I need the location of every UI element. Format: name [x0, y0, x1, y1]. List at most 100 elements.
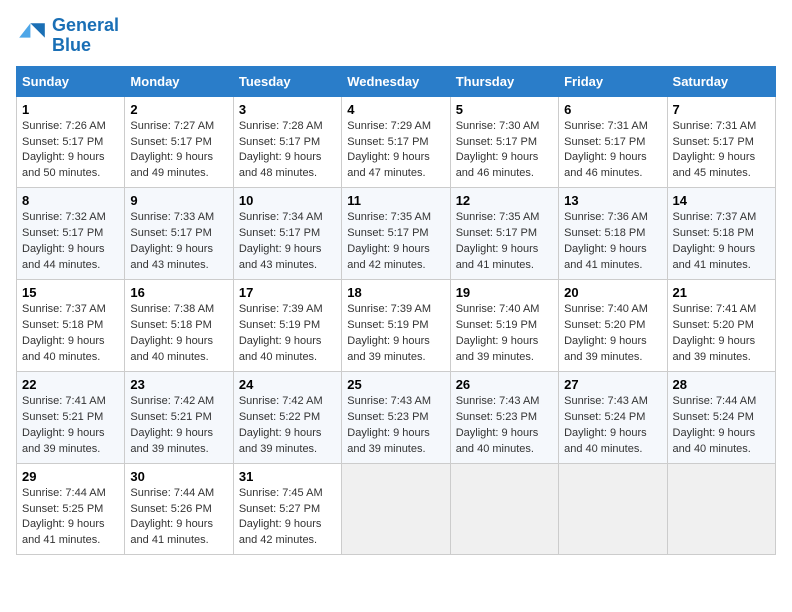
day-number: 11 [347, 193, 444, 208]
day-info: Sunrise: 7:31 AMSunset: 5:17 PMDaylight:… [564, 119, 661, 183]
calendar-cell: 26 Sunrise: 7:43 AMSunset: 5:23 PMDayligh… [450, 371, 558, 463]
col-header-wednesday: Wednesday [342, 66, 450, 96]
calendar-cell: 12Sunrise: 7:35 AMSunset: 5:17 PMDayligh… [450, 188, 558, 280]
day-info: Sunrise: 7:29 AMSunset: 5:17 PMDaylight:… [347, 119, 444, 183]
day-number: 24 [239, 377, 336, 392]
day-number: 27 [564, 377, 661, 392]
day-info: Sunrise: 7:43 AMSunset: 5:24 PMDaylight:… [564, 394, 661, 458]
day-number: 16 [130, 285, 227, 300]
day-number: 8 [22, 193, 119, 208]
calendar-cell: 10 Sunrise: 7:34 AMSunset: 5:17 PMDayligh… [233, 188, 341, 280]
day-info: Sunrise: 7:41 AMSunset: 5:20 PMDaylight:… [673, 302, 770, 366]
day-number: 4 [347, 102, 444, 117]
day-number: 14 [673, 193, 770, 208]
day-info: Sunrise: 7:38 AMSunset: 5:18 PMDaylight:… [130, 302, 227, 366]
calendar-cell: 16 Sunrise: 7:38 AMSunset: 5:18 PMDayligh… [125, 280, 233, 372]
day-number: 22 [22, 377, 119, 392]
col-header-sunday: Sunday [17, 66, 125, 96]
day-info: Sunrise: 7:31 AMSunset: 5:17 PMDaylight:… [673, 119, 770, 183]
logo-icon [16, 20, 48, 52]
day-number: 19 [456, 285, 553, 300]
calendar-cell [667, 463, 775, 555]
calendar-cell: 27 Sunrise: 7:43 AMSunset: 5:24 PMDayligh… [559, 371, 667, 463]
calendar-table: SundayMondayTuesdayWednesdayThursdayFrid… [16, 66, 776, 556]
day-info: Sunrise: 7:45 AMSunset: 5:27 PMDaylight:… [239, 486, 336, 550]
calendar-cell: 6 Sunrise: 7:31 AMSunset: 5:17 PMDaylight… [559, 96, 667, 188]
calendar-cell: 24 Sunrise: 7:42 AMSunset: 5:22 PMDayligh… [233, 371, 341, 463]
day-number: 30 [130, 469, 227, 484]
calendar-cell: 20 Sunrise: 7:40 AMSunset: 5:20 PMDayligh… [559, 280, 667, 372]
day-info: Sunrise: 7:42 AMSunset: 5:21 PMDaylight:… [130, 394, 227, 458]
day-number: 31 [239, 469, 336, 484]
day-info: Sunrise: 7:26 AMSunset: 5:17 PMDaylight:… [22, 119, 119, 183]
day-number: 1 [22, 102, 119, 117]
day-number: 20 [564, 285, 661, 300]
calendar-cell: 2 Sunrise: 7:27 AMSunset: 5:17 PMDaylight… [125, 96, 233, 188]
day-info: Sunrise: 7:35 AMSunset: 5:17 PMDaylight:… [347, 210, 444, 274]
day-number: 25 [347, 377, 444, 392]
day-number: 12 [456, 193, 553, 208]
day-info: Sunrise: 7:40 AMSunset: 5:20 PMDaylight:… [564, 302, 661, 366]
day-number: 9 [130, 193, 227, 208]
calendar-cell: 13 Sunrise: 7:36 AMSunset: 5:18 PMDayligh… [559, 188, 667, 280]
calendar-cell: 21 Sunrise: 7:41 AMSunset: 5:20 PMDayligh… [667, 280, 775, 372]
day-number: 10 [239, 193, 336, 208]
calendar-cell: 7 Sunrise: 7:31 AMSunset: 5:17 PMDaylight… [667, 96, 775, 188]
day-info: Sunrise: 7:34 AMSunset: 5:17 PMDaylight:… [239, 210, 336, 274]
calendar-cell: 29 Sunrise: 7:44 AMSunset: 5:25 PMDayligh… [17, 463, 125, 555]
day-info: Sunrise: 7:37 AMSunset: 5:18 PMDaylight:… [673, 210, 770, 274]
calendar-cell: 1 Sunrise: 7:26 AMSunset: 5:17 PMDaylight… [17, 96, 125, 188]
day-info: Sunrise: 7:30 AMSunset: 5:17 PMDaylight:… [456, 119, 553, 183]
calendar-cell: 18Sunrise: 7:39 AMSunset: 5:19 PMDayligh… [342, 280, 450, 372]
day-info: Sunrise: 7:33 AMSunset: 5:17 PMDaylight:… [130, 210, 227, 274]
day-number: 23 [130, 377, 227, 392]
day-info: Sunrise: 7:44 AMSunset: 5:25 PMDaylight:… [22, 486, 119, 550]
calendar-cell: 31 Sunrise: 7:45 AMSunset: 5:27 PMDayligh… [233, 463, 341, 555]
day-number: 15 [22, 285, 119, 300]
day-info: Sunrise: 7:28 AMSunset: 5:17 PMDaylight:… [239, 119, 336, 183]
logo-text: General Blue [52, 16, 119, 56]
day-info: Sunrise: 7:42 AMSunset: 5:22 PMDaylight:… [239, 394, 336, 458]
calendar-cell [559, 463, 667, 555]
calendar-cell: 8 Sunrise: 7:32 AMSunset: 5:17 PMDaylight… [17, 188, 125, 280]
calendar-cell: 23 Sunrise: 7:42 AMSunset: 5:21 PMDayligh… [125, 371, 233, 463]
day-info: Sunrise: 7:27 AMSunset: 5:17 PMDaylight:… [130, 119, 227, 183]
day-number: 5 [456, 102, 553, 117]
day-info: Sunrise: 7:43 AMSunset: 5:23 PMDaylight:… [347, 394, 444, 458]
day-info: Sunrise: 7:39 AMSunset: 5:19 PMDaylight:… [347, 302, 444, 366]
calendar-cell: 14 Sunrise: 7:37 AMSunset: 5:18 PMDayligh… [667, 188, 775, 280]
col-header-thursday: Thursday [450, 66, 558, 96]
calendar-cell: 30 Sunrise: 7:44 AMSunset: 5:26 PMDayligh… [125, 463, 233, 555]
day-info: Sunrise: 7:40 AMSunset: 5:19 PMDaylight:… [456, 302, 553, 366]
day-number: 26 [456, 377, 553, 392]
day-number: 3 [239, 102, 336, 117]
calendar-cell: 19 Sunrise: 7:40 AMSunset: 5:19 PMDayligh… [450, 280, 558, 372]
calendar-cell: 3 Sunrise: 7:28 AMSunset: 5:17 PMDaylight… [233, 96, 341, 188]
calendar-cell: 28Sunrise: 7:44 AMSunset: 5:24 PMDayligh… [667, 371, 775, 463]
day-info: Sunrise: 7:44 AMSunset: 5:26 PMDaylight:… [130, 486, 227, 550]
day-info: Sunrise: 7:32 AMSunset: 5:17 PMDaylight:… [22, 210, 119, 274]
day-number: 2 [130, 102, 227, 117]
day-number: 6 [564, 102, 661, 117]
logo: General Blue [16, 16, 119, 56]
day-info: Sunrise: 7:37 AMSunset: 5:18 PMDaylight:… [22, 302, 119, 366]
calendar-cell: 9 Sunrise: 7:33 AMSunset: 5:17 PMDaylight… [125, 188, 233, 280]
calendar-cell: 15 Sunrise: 7:37 AMSunset: 5:18 PMDayligh… [17, 280, 125, 372]
day-info: Sunrise: 7:41 AMSunset: 5:21 PMDaylight:… [22, 394, 119, 458]
calendar-cell [342, 463, 450, 555]
day-info: Sunrise: 7:43 AMSunset: 5:23 PMDaylight:… [456, 394, 553, 458]
calendar-cell: 25 Sunrise: 7:43 AMSunset: 5:23 PMDayligh… [342, 371, 450, 463]
day-number: 21 [673, 285, 770, 300]
calendar-cell [450, 463, 558, 555]
day-number: 29 [22, 469, 119, 484]
day-number: 13 [564, 193, 661, 208]
calendar-cell: 17Sunrise: 7:39 AMSunset: 5:19 PMDayligh… [233, 280, 341, 372]
col-header-friday: Friday [559, 66, 667, 96]
day-info: Sunrise: 7:36 AMSunset: 5:18 PMDaylight:… [564, 210, 661, 274]
day-number: 7 [673, 102, 770, 117]
calendar-cell: 4 Sunrise: 7:29 AMSunset: 5:17 PMDaylight… [342, 96, 450, 188]
day-info: Sunrise: 7:44 AMSunset: 5:24 PMDaylight:… [673, 394, 770, 458]
day-info: Sunrise: 7:39 AMSunset: 5:19 PMDaylight:… [239, 302, 336, 366]
calendar-cell: 22 Sunrise: 7:41 AMSunset: 5:21 PMDayligh… [17, 371, 125, 463]
calendar-cell: 11 Sunrise: 7:35 AMSunset: 5:17 PMDayligh… [342, 188, 450, 280]
